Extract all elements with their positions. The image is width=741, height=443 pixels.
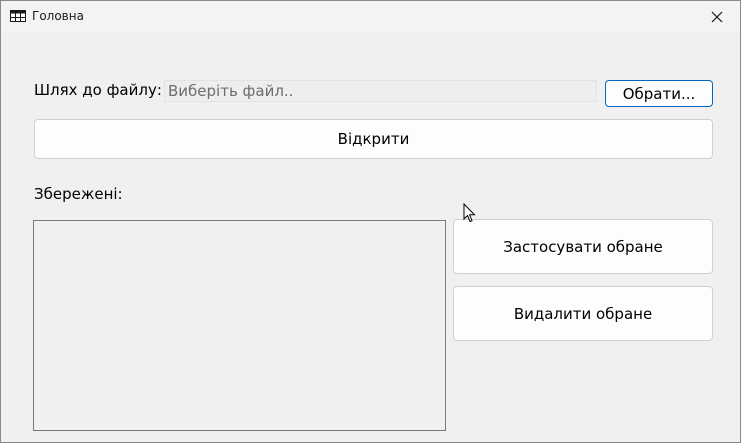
saved-label: Збережені: xyxy=(34,185,123,203)
table-app-icon xyxy=(10,10,26,22)
saved-listbox[interactable] xyxy=(33,220,446,431)
title-bar[interactable]: Головна xyxy=(1,1,740,32)
path-label: Шлях до файлу: xyxy=(34,81,162,99)
delete-selected-button[interactable]: Видалити обране xyxy=(453,286,713,341)
close-icon xyxy=(711,11,723,22)
window-title: Головна xyxy=(32,9,84,23)
browse-button[interactable]: Обрати... xyxy=(605,80,713,107)
close-button[interactable] xyxy=(694,1,740,32)
main-window: Головна Шлях до файлу: Обрати... Відкрит… xyxy=(0,0,741,443)
mouse-cursor-icon xyxy=(463,203,476,223)
open-button[interactable]: Відкрити xyxy=(34,119,713,159)
file-path-input[interactable] xyxy=(164,80,597,102)
apply-selected-button[interactable]: Застосувати обране xyxy=(453,219,713,274)
